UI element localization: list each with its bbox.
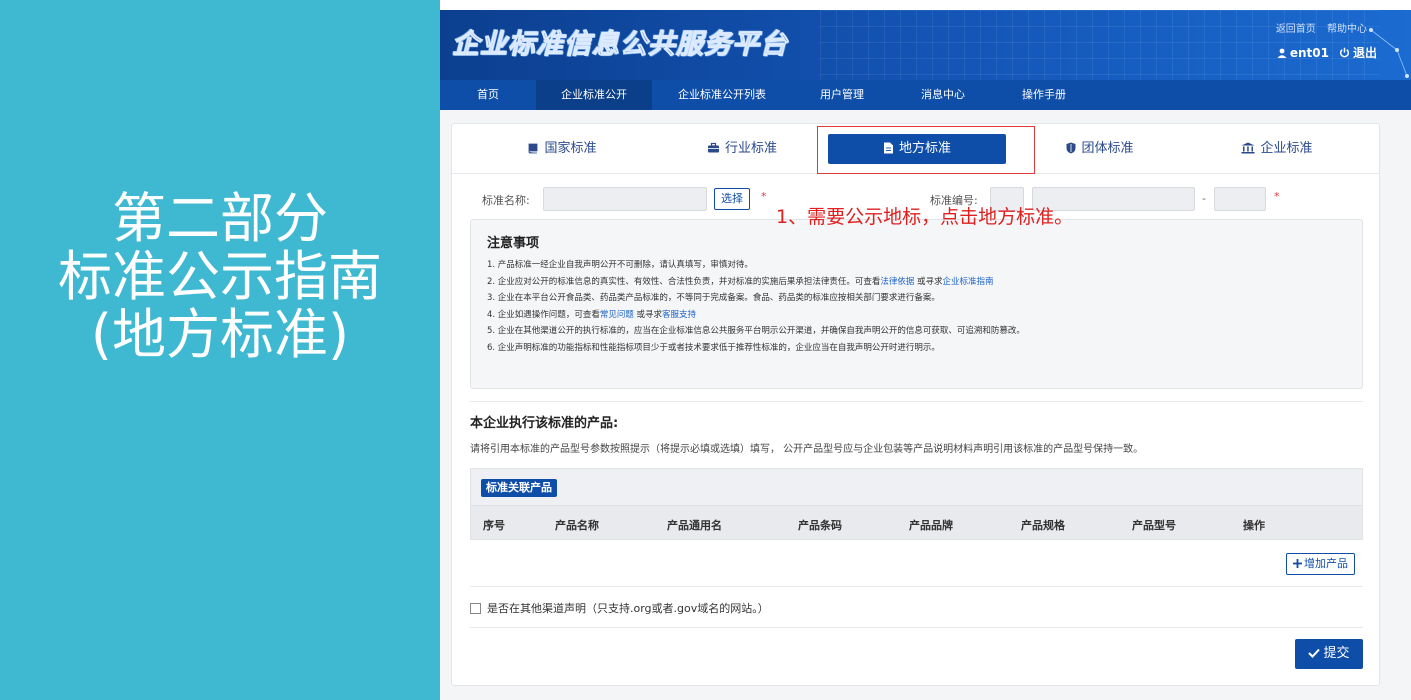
section-divider: [470, 401, 1363, 402]
column-header-spec: 产品规格: [1021, 519, 1065, 532]
top-links: 返回首页 帮助中心: [1268, 20, 1367, 35]
notice-item-4: 4. 企业如遇操作问题，可查看常见问题 或寻求客服支持: [487, 307, 1346, 324]
submit-label: 提交: [1323, 646, 1350, 661]
tab-national-standard[interactable]: 国家标准: [507, 134, 617, 164]
add-product-button[interactable]: 增加产品: [1286, 553, 1355, 575]
nav-item-home[interactable]: 首页: [440, 80, 536, 110]
notice-item-1: 1. 产品标准一经企业自我声明公开不可删除，请认真填写，审慎对待。: [487, 260, 753, 270]
slide-title-panel: 第二部分 标准公示指南 (地方标准): [0, 0, 440, 700]
column-header-index: 序号: [483, 519, 505, 532]
nav-item-user-management[interactable]: 用户管理: [792, 80, 892, 110]
notice-item-2: 2. 企业应对公开的标准信息的真实性、有效性、合法性负责，并对标准的实施后果承担…: [487, 274, 1346, 291]
nav-item-enterprise-standard-publish[interactable]: 企业标准公开: [536, 80, 652, 110]
select-button[interactable]: 选择: [714, 188, 750, 210]
book-icon: [529, 143, 538, 154]
tab-label: 国家标准: [544, 141, 597, 156]
instruction-annotation: 1、需要公示地标，点击地方标准。: [776, 206, 1074, 228]
column-header-model: 产品型号: [1132, 519, 1176, 532]
standard-type-tabs: 国家标准 行业标准 地方标准 团体标准 企业标准: [452, 124, 1379, 174]
add-product-label: 增加产品: [1304, 557, 1348, 570]
related-products-table: 标准关联产品 序号 产品名称 产品通用名 产品条码 产品品牌 产品规格 产品型号…: [470, 468, 1363, 540]
other-channel-row: 是否在其他渠道声明（只支持.org或者.gov域名的网站。）: [470, 600, 769, 616]
tab-group-standard[interactable]: 团体标准: [1045, 134, 1155, 164]
bank-icon: [1241, 142, 1255, 154]
column-header-generic-name: 产品通用名: [667, 519, 722, 532]
notice-item-2-mid: 或寻求: [914, 276, 943, 287]
nav-item-message-center[interactable]: 消息中心: [892, 80, 994, 110]
header: 企业标准信息公共服务平台 返回首页 帮助中心 ent01 退出: [440, 10, 1411, 80]
faq-link[interactable]: 常见问题: [600, 310, 634, 320]
user-area: ent01 退出: [1277, 44, 1377, 61]
other-channel-label: 是否在其他渠道声明（只支持.org或者.gov域名的网站。）: [487, 602, 769, 615]
notice-panel: 注意事项 1. 产品标准一经企业自我声明公开不可删除，请认真填写，审慎对待。 2…: [470, 219, 1363, 389]
standard-name-input[interactable]: [543, 187, 707, 211]
network-decoration-icon: [1369, 28, 1409, 78]
notice-item-4-mid: 或寻求: [633, 309, 663, 320]
column-header-product-name: 产品名称: [555, 519, 599, 532]
check-icon: [1308, 648, 1321, 658]
tab-industry-standard[interactable]: 行业标准: [687, 134, 797, 164]
divider-submit: [470, 627, 1363, 628]
other-channel-checkbox[interactable]: [470, 602, 481, 614]
products-section-description: 请将引用本标准的产品型号参数按照提示（将提示必填或选填）填写， 公开产品型号应与…: [470, 444, 1144, 455]
products-section-title: 本企业执行该标准的产品:: [470, 416, 619, 431]
customer-support-link[interactable]: 客服支持: [662, 310, 696, 320]
main-nav: 首页 企业标准公开 企业标准公开列表 用户管理 消息中心 操作手册: [440, 80, 1411, 110]
user-icon: [1277, 48, 1287, 58]
submit-button[interactable]: 提交: [1295, 639, 1363, 669]
slide-title-line-1: 第二部分: [112, 187, 328, 250]
app-window: 企业标准信息公共服务平台 返回首页 帮助中心 ent01 退出 首页 企业标准公…: [440, 10, 1411, 700]
legal-basis-link[interactable]: 法律依据: [880, 277, 914, 287]
column-header-brand: 产品品牌: [909, 519, 953, 532]
highlight-box: [817, 126, 1035, 174]
standard-code-year-input[interactable]: [1214, 187, 1266, 211]
plus-icon: [1293, 559, 1302, 568]
required-mark-code: *: [1274, 190, 1280, 203]
table-header-row: 序号 产品名称 产品通用名 产品条码 产品品牌 产品规格 产品型号 操作: [471, 505, 1362, 539]
column-header-barcode: 产品条码: [798, 519, 842, 532]
standard-name-label: 标准名称:: [482, 194, 530, 207]
slide-title-line-2: 标准公示指南: [58, 245, 382, 308]
column-header-actions: 操作: [1243, 519, 1265, 532]
notice-item-6: 6. 企业声明标准的功能指标和性能指标项目少于或者技术要求低于推荐性标准的，企业…: [487, 342, 940, 353]
tab-enterprise-standard[interactable]: 企业标准: [1222, 134, 1332, 164]
required-mark: *: [761, 190, 767, 203]
notice-title: 注意事项: [487, 236, 540, 251]
slide-title: 第二部分 标准公示指南 (地方标准): [0, 190, 440, 364]
user-menu[interactable]: ent01: [1277, 44, 1329, 61]
tab-label: 企业标准: [1260, 141, 1313, 156]
nav-item-publish-list[interactable]: 企业标准公开列表: [652, 80, 792, 110]
tab-label: 行业标准: [724, 141, 777, 156]
notice-item-3: 3. 企业在本平台公开食品类、药品类产品标准的，不等同于完成备案。食品、药品类的…: [487, 293, 940, 303]
notice-item-5: 5. 企业在其他渠道公开的执行标准的，应当在企业标准信息公共服务平台明示公开渠道…: [487, 326, 1025, 336]
nav-item-manual[interactable]: 操作手册: [994, 80, 1094, 110]
tab-label: 团体标准: [1081, 141, 1134, 156]
help-link[interactable]: 帮助中心: [1327, 24, 1367, 35]
shield-icon: [1066, 142, 1076, 154]
enterprise-standard-guide-link[interactable]: 企业标准指南: [943, 277, 994, 287]
home-link[interactable]: 返回首页: [1276, 24, 1316, 35]
divider-checkbox: [470, 586, 1363, 587]
username: ent01: [1289, 45, 1329, 60]
slide-title-line-3: (地方标准): [90, 303, 350, 366]
related-products-tag: 标准关联产品: [481, 479, 557, 497]
notice-item-2-text: 2. 企业应对公开的标准信息的真实性、有效性、合法性负责，并对标准的实施后果承担…: [487, 276, 881, 287]
brand-logo-text: 企业标准信息公共服务平台: [452, 29, 788, 61]
briefcase-icon: [707, 142, 719, 153]
power-icon: [1339, 47, 1350, 58]
notice-item-4-text: 4. 企业如遇操作问题，可查看: [487, 309, 600, 320]
code-dash: -: [1202, 192, 1206, 205]
